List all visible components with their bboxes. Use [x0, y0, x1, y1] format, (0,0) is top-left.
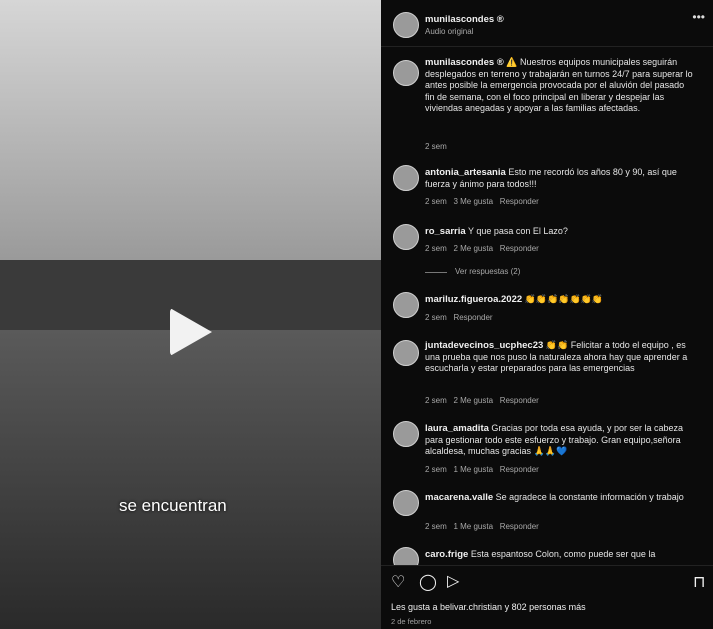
- comment-body: macarena.valle Se agradece la constante …: [425, 492, 695, 504]
- comment-meta[interactable]: 2 sem 1 Me gusta Responder: [425, 465, 539, 474]
- avatar[interactable]: [393, 60, 419, 86]
- comment-username[interactable]: ro_sarria: [425, 226, 466, 237]
- video-sky: [0, 0, 381, 260]
- comment-username[interactable]: antonia_artesania: [425, 167, 506, 178]
- likes-summary[interactable]: Les gusta a belivar.christian y 802 pers…: [391, 602, 586, 612]
- comment-text: 👏👏👏👏👏👏👏: [524, 294, 604, 304]
- comment-body: ro_sarria Y que pasa con El Lazo?: [425, 226, 695, 238]
- comment-username[interactable]: laura_amadita: [425, 423, 489, 434]
- video-player[interactable]: se encuentran: [0, 0, 381, 629]
- comments-panel: munilascondes ® Audio original ••• munil…: [381, 0, 713, 629]
- actions-bar: ♡ ◯ ▷ ⊓ Les gusta a belivar.christian y …: [381, 565, 713, 629]
- comment-text: Esta espantoso Colon, como puede ser que…: [470, 549, 656, 559]
- post-caption: munilascondes ® ⚠️ Nuestros equipos muni…: [425, 57, 695, 115]
- comment-username[interactable]: mariluz.figueroa.2022: [425, 294, 522, 305]
- comment-meta[interactable]: 2 sem 2 Me gusta Responder: [425, 244, 539, 253]
- comment-text: Se agradece la constante información y t…: [495, 492, 684, 502]
- avatar[interactable]: [393, 340, 419, 366]
- comment-body: mariluz.figueroa.2022 👏👏👏👏👏👏👏: [425, 294, 695, 306]
- comment-text: Y que pasa con El Lazo?: [468, 226, 568, 236]
- comment-username[interactable]: caro.frige: [425, 549, 468, 560]
- avatar[interactable]: [393, 224, 419, 250]
- comment-body: laura_amadita Gracias por toda esa ayuda…: [425, 423, 695, 458]
- post-time: 2 sem: [425, 142, 447, 151]
- comment-username[interactable]: macarena.valle: [425, 492, 493, 503]
- comment-meta[interactable]: 2 sem 3 Me gusta Responder: [425, 197, 539, 206]
- comment-username[interactable]: juntadevecinos_ucphec23: [425, 340, 543, 351]
- avatar[interactable]: [393, 12, 419, 38]
- share-icon[interactable]: ▷: [447, 571, 459, 591]
- more-options-icon[interactable]: •••: [692, 10, 705, 24]
- play-icon[interactable]: [170, 308, 212, 356]
- comment-body: caro.frige Esta espantoso Colon, como pu…: [425, 549, 695, 561]
- view-replies-link[interactable]: Ver respuestas (2): [455, 267, 520, 276]
- comment-meta[interactable]: 2 sem 2 Me gusta Responder: [425, 396, 539, 405]
- comment-body: antonia_artesania Esto me recordó los añ…: [425, 167, 695, 190]
- comment-meta[interactable]: 2 sem Responder: [425, 313, 493, 322]
- replies-divider: [425, 272, 447, 273]
- post-username[interactable]: munilascondes ®: [425, 57, 504, 68]
- header-username[interactable]: munilascondes ®: [425, 14, 504, 25]
- comment-icon[interactable]: ◯: [419, 572, 437, 592]
- bookmark-icon[interactable]: ⊓: [693, 572, 705, 592]
- avatar[interactable]: [393, 165, 419, 191]
- comment-body: juntadevecinos_ucphec23 👏👏 Felicitar a t…: [425, 340, 695, 375]
- video-caption: se encuentran: [119, 496, 227, 515]
- audio-label[interactable]: Audio original: [425, 27, 473, 36]
- heart-icon[interactable]: ♡: [391, 572, 405, 592]
- avatar[interactable]: [393, 490, 419, 516]
- post-date: 2 de febrero: [391, 617, 432, 626]
- avatar[interactable]: [393, 292, 419, 318]
- video-ground: [0, 330, 381, 629]
- avatar[interactable]: [393, 421, 419, 447]
- post-header: munilascondes ® Audio original •••: [381, 0, 713, 47]
- comment-meta[interactable]: 2 sem 1 Me gusta Responder: [425, 522, 539, 531]
